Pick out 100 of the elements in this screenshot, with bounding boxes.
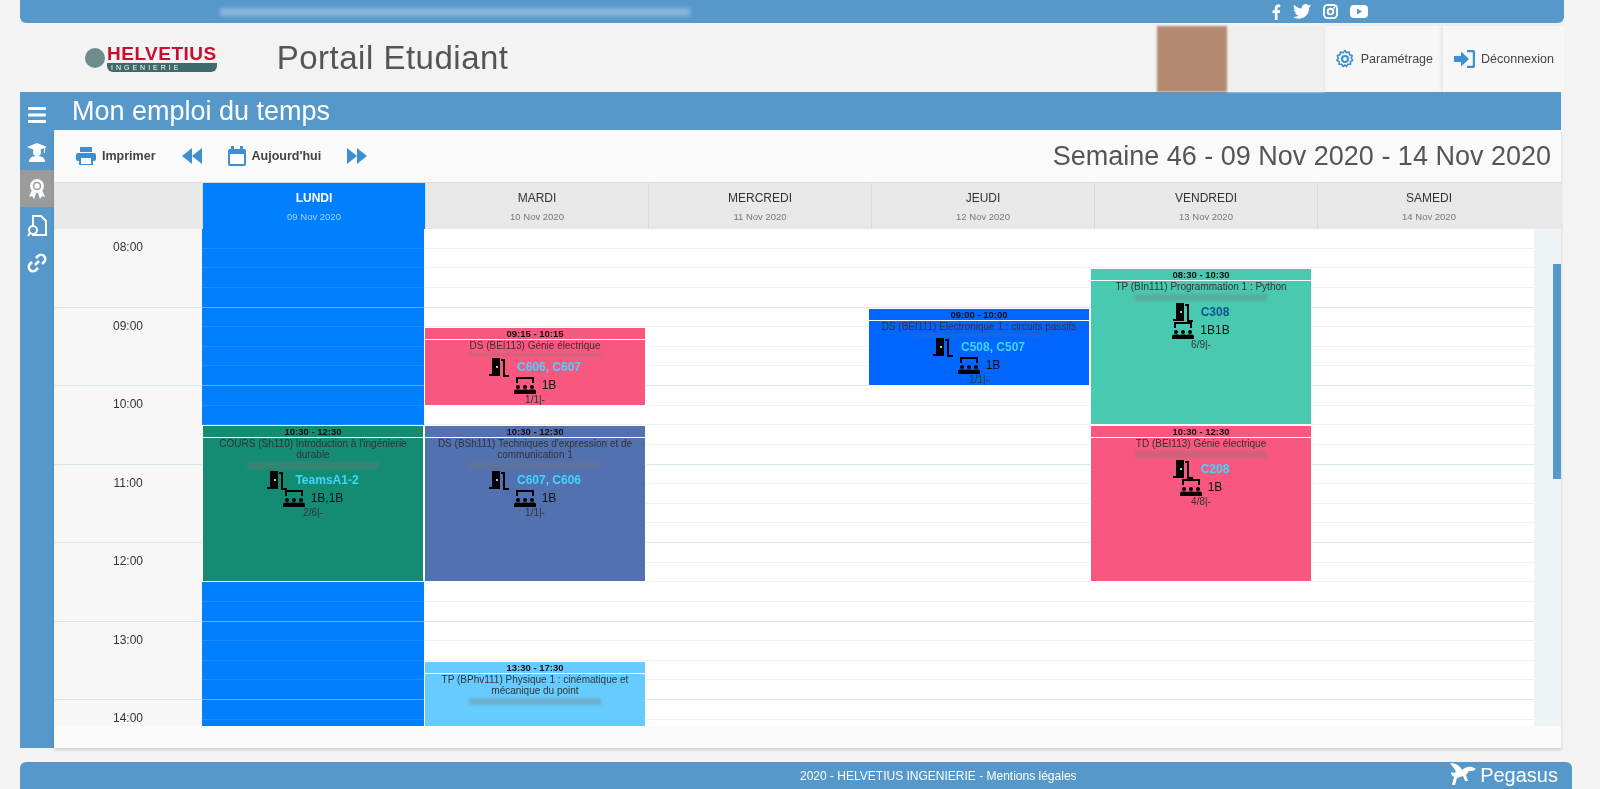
- day-date: 10 Nov 2020: [510, 210, 564, 222]
- group-name: 1B1B: [1200, 323, 1230, 338]
- twitter-icon[interactable]: [1293, 4, 1311, 19]
- event-time: 10:30 - 12:30: [425, 426, 645, 439]
- document-search-icon: [27, 214, 47, 237]
- day-name: MERCREDI: [728, 190, 792, 205]
- hour-label: 13:00: [113, 632, 143, 647]
- event-time: 08:30 - 10:30: [1091, 269, 1311, 282]
- session-count: 1/1|-: [525, 393, 545, 405]
- hour-label: 10:00: [113, 397, 143, 411]
- door-icon: [267, 470, 290, 491]
- event-title: TD (BEI113) Génie électrique: [1134, 438, 1268, 450]
- door-icon: [1172, 302, 1195, 323]
- room-name: C607, C606: [516, 473, 581, 488]
- event-time: 13:30 - 17:30: [425, 661, 645, 674]
- day-date: 13 Nov 2020: [1179, 210, 1233, 222]
- print-button[interactable]: Imprimer: [74, 145, 158, 167]
- room-name: C208: [1200, 462, 1230, 477]
- logout-button[interactable]: Déconnexion: [1443, 26, 1564, 92]
- room-name: C606, C607: [516, 359, 581, 374]
- footer-text: 2020 - HELVETIUS INGENIERIE - Mentions légales: [800, 768, 1077, 783]
- week-range: Semaine 46 - 09 Nov 2020 - 14 Nov 2020: [1052, 140, 1551, 172]
- graduate-icon: [27, 141, 47, 162]
- printer-icon: [76, 147, 96, 165]
- day-name: SAMEDI: [1406, 190, 1452, 205]
- day-date: 09 Nov 2020: [287, 210, 341, 222]
- room-name: C508, C507: [960, 340, 1025, 354]
- link-icon: [27, 252, 47, 273]
- scrollbar-thumb[interactable]: [1553, 264, 1561, 479]
- brand-name: Pegasus: [1480, 764, 1558, 787]
- facebook-icon[interactable]: [1271, 3, 1281, 20]
- room-name: C308: [1200, 305, 1230, 320]
- session-count: 1/1|-: [969, 374, 989, 385]
- day-name: LUNDI: [295, 190, 333, 205]
- fast-forward-icon: [347, 148, 368, 164]
- audience-icon: [1172, 321, 1195, 340]
- day-date: 14 Nov 2020: [1402, 210, 1456, 222]
- session-count: 4/8|-: [1191, 496, 1211, 508]
- hour-label: 11:00: [113, 475, 143, 490]
- event-card[interactable]: 10:30 - 12:30 COURS (Sh110) Introduction à l'ingénierie durable TeamsA1-2 1B,1B 2/6|-: [202, 425, 424, 583]
- sidebar-item[interactable]: [20, 170, 54, 207]
- scrollbar[interactable]: [1534, 229, 1561, 726]
- today-button[interactable]: Aujourd'hui: [225, 144, 324, 168]
- door-icon: [488, 356, 511, 377]
- event-time: 10:30 - 12:30: [203, 426, 423, 439]
- settings-icon: [1334, 49, 1355, 69]
- group-name: 1B,1B: [310, 491, 344, 506]
- room-name: TeamsA1-2: [295, 473, 359, 488]
- hour-label: 08:00: [113, 240, 143, 254]
- event-title: COURS (Sh110) Introduction à l'ingénierie durable: [218, 438, 408, 461]
- audience-icon: [1179, 478, 1202, 497]
- audience-icon: [513, 375, 536, 394]
- calendar-icon: [227, 146, 246, 166]
- event-time: 10:30 - 12:30: [1091, 426, 1311, 439]
- day-name: JEUDI: [965, 190, 1001, 205]
- event-title: DS (BSh111) Techniques d'expression et de communication 1: [436, 438, 634, 461]
- event-title: TP (BIn111) Programmation 1 : Python: [1114, 281, 1288, 293]
- day-header[interactable]: LUNDI 09 Nov 2020: [202, 183, 425, 229]
- day-date: 12 Nov 2020: [956, 210, 1010, 222]
- group-name: 1B: [541, 491, 557, 506]
- session-count: 1/1|-: [525, 507, 545, 519]
- audience-icon: [957, 356, 980, 374]
- door-icon: [932, 337, 955, 357]
- logo-name: HELVETIUS: [107, 43, 217, 63]
- event-card[interactable]: 08:30 - 10:30 TP (BIn111) Programmation 1 : Python C308 1B1B 6/9|-: [1090, 268, 1312, 426]
- instagram-icon[interactable]: [1323, 4, 1338, 19]
- sign-in-arrow-icon: [1453, 50, 1476, 68]
- day-date: 11 Nov 2020: [733, 210, 787, 222]
- event-title: DS (BEI113) Génie électrique: [468, 340, 602, 352]
- portal-title: Portail Etudiant: [276, 38, 509, 77]
- session-count: 6/9|-: [1191, 339, 1211, 351]
- day-name: VENDREDI: [1175, 190, 1237, 205]
- event-title: DS (BEI111) Electronique 1 : circuits passifs: [880, 320, 1078, 332]
- logo-emblem-icon: [85, 47, 105, 68]
- group-name: 1B: [541, 377, 557, 392]
- page-title: Mon emploi du temps: [72, 95, 331, 127]
- day-name: MARDI: [517, 190, 557, 205]
- event-card[interactable]: 09:00 - 10:00 DS (BEI111) Electronique 1 : circuits passifs C508, C507 1B 1/1|-: [868, 307, 1090, 386]
- award-ribbon-icon: [28, 177, 46, 200]
- rewind-icon: [181, 148, 202, 164]
- hour-label: 12:00: [113, 554, 143, 568]
- group-name: 1B: [1207, 480, 1223, 495]
- event-title: TP (BPhv111) Physique 1 : cinématique et mécanique du point: [440, 673, 630, 696]
- menu-icon: [28, 106, 46, 123]
- event-time: 09:15 - 10:15: [425, 328, 645, 341]
- audience-icon: [282, 489, 305, 508]
- hour-label: 09:00: [113, 318, 143, 333]
- event-card[interactable]: 13:30 - 17:30 TP (BPhv111) Physique 1 : cinématique et mécanique du point: [424, 660, 646, 726]
- group-name: 1B: [985, 358, 1001, 372]
- event-time: 09:00 - 10:00: [869, 308, 1089, 321]
- event-card[interactable]: 09:15 - 10:15 DS (BEI113) Génie électrique C606, C607 1B 1/1|-: [424, 327, 646, 406]
- hour-label: 14:00: [113, 711, 143, 725]
- youtube-icon[interactable]: [1350, 5, 1368, 18]
- session-count: 2/6|-: [303, 507, 323, 519]
- event-card[interactable]: 10:30 - 12:30 DS (BSh111) Techniques d'expression et de communication 1 C607, C606 1B 1/1|-: [424, 425, 646, 583]
- event-card[interactable]: 10:30 - 12:30 TD (BEI113) Génie électrique C208 1B 4/8|-: [1090, 425, 1312, 583]
- audience-icon: [513, 489, 536, 508]
- door-icon: [488, 470, 511, 491]
- door-icon: [1172, 459, 1195, 480]
- settings-button[interactable]: Paramétrage: [1324, 26, 1444, 92]
